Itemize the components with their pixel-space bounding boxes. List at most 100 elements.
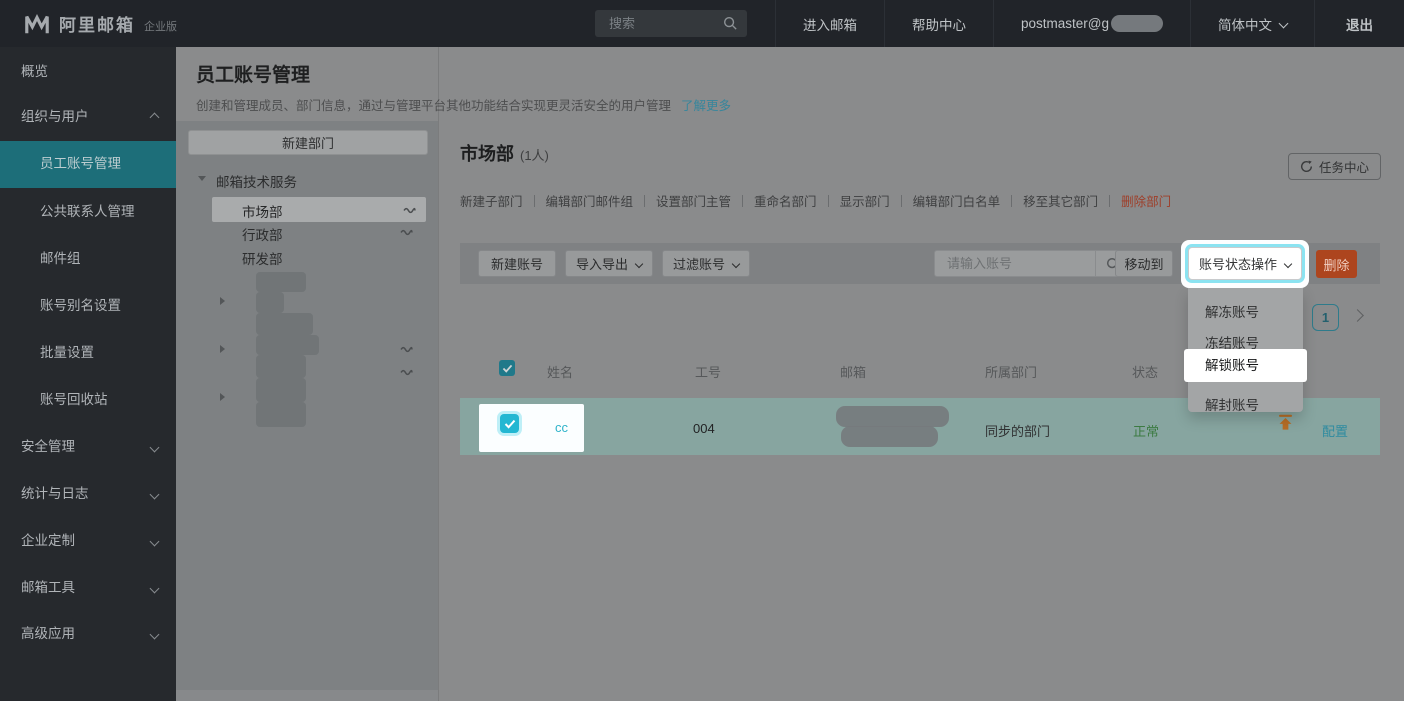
chevron-down-icon	[1279, 19, 1289, 29]
help-center-link[interactable]: 帮助中心	[884, 0, 993, 47]
triangle-right-icon[interactable]	[220, 393, 225, 401]
tour-spotlight-unlock-item[interactable]: 解锁账号	[1184, 349, 1307, 382]
redacted-department[interactable]	[256, 355, 306, 378]
dept-actions-icon[interactable]	[400, 345, 413, 354]
select-all-checkbox[interactable]	[499, 360, 515, 376]
account-menu[interactable]: postmaster@g	[993, 0, 1190, 47]
row-configure-link[interactable]: 配置	[1322, 421, 1348, 440]
triangle-right-icon[interactable]	[220, 345, 225, 353]
row-name-link[interactable]: cc	[555, 420, 568, 435]
chevron-up-icon	[150, 113, 160, 123]
chevron-down-icon	[635, 260, 643, 268]
dept-actions-icon[interactable]	[400, 368, 413, 377]
row-department: 同步的部门	[985, 421, 1050, 440]
filter-accounts-button[interactable]: 过滤账号	[662, 250, 750, 277]
action-delete-dept[interactable]: 删除部门	[1121, 191, 1171, 210]
action-new-subdept[interactable]: 新建子部门	[460, 191, 523, 210]
check-icon	[504, 419, 516, 429]
check-icon	[502, 364, 513, 373]
department-title: 市场部(1人)	[460, 140, 549, 166]
logout-button[interactable]: 退出	[1314, 0, 1404, 47]
sidebar-item-security[interactable]: 安全管理	[0, 435, 176, 459]
sidebar-item-account-alias[interactable]: 账号别名设置	[0, 294, 176, 318]
action-edit-dept-whitelist[interactable]: 编辑部门白名单	[913, 191, 1001, 210]
tree-item-admin[interactable]: 行政部	[242, 224, 283, 244]
sidebar-item-mail-groups[interactable]: 邮件组	[0, 247, 176, 271]
tree-item-marketing-selected[interactable]: 市场部	[212, 197, 426, 222]
pagination-next-icon[interactable]	[1351, 309, 1364, 322]
menu-item-unban[interactable]: 解封账号	[1188, 390, 1303, 421]
import-export-button[interactable]: 导入导出	[565, 250, 653, 277]
redacted-department[interactable]	[256, 378, 306, 402]
dept-actions-icon[interactable]	[400, 228, 413, 237]
menu-item-unfreeze[interactable]: 解冻账号	[1188, 297, 1303, 328]
global-search	[595, 10, 747, 37]
brand: 阿里邮箱 企业版	[0, 0, 177, 47]
triangle-right-icon[interactable]	[220, 297, 225, 305]
new-account-button[interactable]: 新建账号	[478, 250, 556, 277]
action-edit-dept-mailgroup[interactable]: 编辑部门邮件组	[546, 191, 634, 210]
brand-edition: 企业版	[144, 18, 177, 34]
sidebar-item-org-users[interactable]: 组织与用户	[0, 105, 176, 129]
col-header-status: 状态	[1132, 362, 1158, 381]
account-status-ops-button[interactable]: 账号状态操作	[1188, 247, 1302, 280]
sidebar-item-public-contacts[interactable]: 公共联系人管理	[0, 200, 176, 224]
tree-item-rnd[interactable]: 研发部	[242, 248, 283, 268]
col-header-name: 姓名	[547, 362, 573, 381]
action-set-dept-manager[interactable]: 设置部门主管	[656, 191, 731, 210]
chevron-down-icon	[150, 584, 160, 594]
tour-spotlight-status-button: 账号状态操作	[1181, 240, 1309, 288]
account-search	[934, 250, 1130, 277]
page-description: 创建和管理成员、部门信息，通过与管理平台其他功能结合实现更灵活安全的用户管理了解…	[196, 95, 731, 114]
chevron-down-icon	[150, 490, 160, 500]
sidebar-item-overview[interactable]: 概览	[0, 60, 176, 84]
refresh-icon	[1300, 160, 1313, 173]
tour-spotlight-row-selection: cc	[479, 404, 584, 452]
sidebar-item-account-recycle[interactable]: 账号回收站	[0, 388, 176, 412]
sidebar-item-stats-logs[interactable]: 统计与日志	[0, 482, 176, 506]
action-show-dept[interactable]: 显示部门	[840, 191, 890, 210]
redacted-department[interactable]	[256, 402, 306, 427]
new-department-button[interactable]: 新建部门	[188, 130, 428, 155]
page-title: 员工账号管理	[196, 60, 310, 87]
triangle-down-icon[interactable]	[198, 176, 206, 181]
alimail-logo-icon	[24, 12, 50, 36]
member-count: (1人)	[520, 148, 549, 163]
row-employee-id: 004	[693, 421, 715, 436]
enter-mailbox-link[interactable]: 进入邮箱	[775, 0, 884, 47]
delete-button[interactable]: 删除	[1316, 250, 1357, 278]
tree-scrollbar-track[interactable]	[176, 690, 438, 701]
row-email-redacted	[841, 426, 938, 447]
row-status-badge: 正常	[1133, 421, 1159, 440]
content-area: 员工账号管理 创建和管理成员、部门信息，通过与管理平台其他功能结合实现更灵活安全…	[176, 47, 1404, 701]
topbar-right: 进入邮箱 帮助中心 postmaster@g 简体中文 退出	[595, 0, 1404, 47]
learn-more-link[interactable]: 了解更多	[681, 99, 731, 113]
redacted-department[interactable]	[256, 292, 284, 313]
brand-name: 阿里邮箱	[59, 11, 135, 36]
action-rename-dept[interactable]: 重命名部门	[754, 191, 817, 210]
pagination-page-1[interactable]: 1	[1312, 304, 1339, 331]
sidebar-item-advanced-apps[interactable]: 高级应用	[0, 622, 176, 646]
search-icon[interactable]	[723, 16, 738, 31]
redacted-department[interactable]	[256, 272, 306, 292]
col-header-department: 所属部门	[985, 362, 1037, 381]
chevron-down-icon	[150, 443, 160, 453]
sidebar-item-enterprise-custom[interactable]: 企业定制	[0, 529, 176, 553]
dept-actions-icon[interactable]	[403, 206, 416, 215]
redacted-department[interactable]	[256, 335, 319, 355]
row-checkbox[interactable]	[500, 414, 519, 433]
tree-root-department[interactable]: 邮箱技术服务	[216, 171, 297, 191]
sidebar-item-batch-settings[interactable]: 批量设置	[0, 341, 176, 365]
move-to-button[interactable]: 移动到	[1115, 250, 1173, 277]
task-center-button[interactable]: 任务中心	[1288, 153, 1381, 180]
chevron-down-icon	[150, 630, 160, 640]
row-email-redacted	[836, 406, 949, 427]
language-menu[interactable]: 简体中文	[1190, 0, 1314, 47]
sidebar-item-employee-accounts[interactable]: 员工账号管理	[0, 152, 176, 176]
account-search-input[interactable]	[935, 251, 1095, 276]
redacted-department[interactable]	[256, 313, 313, 335]
sidebar-item-mail-tools[interactable]: 邮箱工具	[0, 576, 176, 600]
chevron-down-icon	[1284, 260, 1292, 268]
col-header-employee-id: 工号	[695, 362, 721, 381]
action-move-to-other-dept[interactable]: 移至其它部门	[1023, 191, 1098, 210]
